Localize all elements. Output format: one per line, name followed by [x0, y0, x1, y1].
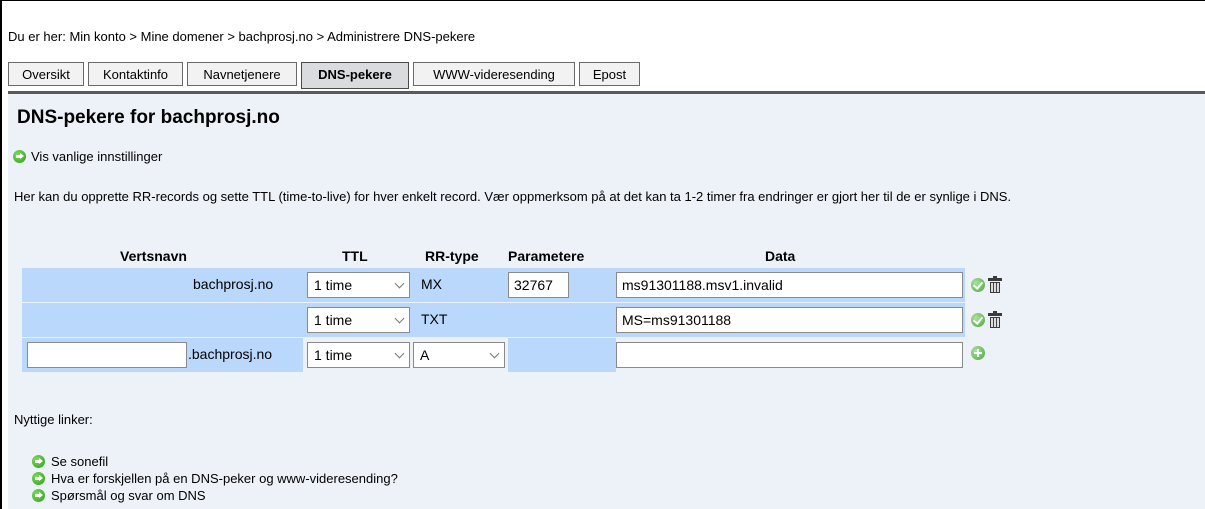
domain-suffix: .bachprosj.no	[188, 346, 273, 362]
save-check-icon[interactable]	[971, 313, 985, 327]
table-row: bachprosj.no 1 time MX 32767 ms91301188.…	[22, 268, 965, 302]
tab-oversikt[interactable]: Oversikt	[8, 62, 84, 86]
data-input[interactable]: ms91301188.msv1.invalid	[616, 272, 963, 298]
breadcrumb-path[interactable]: Min konto > Mine domener > bachprosj.no …	[69, 29, 475, 44]
new-record-row: .bachprosj.no 1 time A	[22, 338, 965, 372]
window-left-border	[0, 0, 2, 509]
rrtype-select[interactable]: A	[413, 342, 505, 368]
arrow-circle-icon	[32, 472, 45, 485]
tab-navnetjenere[interactable]: Navnetjenere	[187, 62, 297, 86]
header-ttl: TTL	[342, 248, 368, 264]
tab-epost[interactable]: Epost	[579, 62, 640, 86]
link-zone-file[interactable]: Se sonefil	[51, 454, 108, 469]
toggle-settings-link[interactable]: Vis vanlige innstillinger	[31, 149, 162, 164]
arrow-circle-icon	[32, 455, 45, 468]
header-rrtype: RR-type	[425, 248, 479, 264]
link-dns-vs-forwarding[interactable]: Hva er forskjellen på en DNS-peker og ww…	[51, 471, 398, 486]
tab-kontaktinfo[interactable]: Kontaktinfo	[88, 62, 183, 86]
ttl-select[interactable]: 1 time	[307, 342, 410, 368]
ttl-select-value: 1 time	[314, 347, 353, 363]
link-dns-faq[interactable]: Spørsmål og svar om DNS	[51, 488, 206, 503]
param-input[interactable]: 32767	[508, 272, 569, 298]
ttl-select[interactable]: 1 time	[307, 272, 410, 298]
add-plus-icon[interactable]	[971, 346, 985, 360]
trash-icon[interactable]	[988, 276, 1002, 293]
row-rrtype: TXT	[421, 311, 448, 327]
breadcrumb-prefix: Du er her:	[8, 29, 66, 44]
row-host: bachprosj.no	[193, 276, 274, 292]
arrow-circle-icon	[13, 150, 26, 163]
arrow-circle-icon	[32, 489, 45, 502]
ttl-select-value: 1 time	[314, 312, 353, 328]
row-rrtype: MX	[421, 276, 442, 292]
breadcrumb: Du er her: Min konto > Mine domener > ba…	[8, 29, 475, 44]
header-params: Parametere	[508, 248, 585, 264]
ttl-select-value: 1 time	[314, 277, 353, 293]
page-title: DNS-pekere for bachprosj.no	[17, 107, 280, 128]
intro-text: Her kan du opprette RR-records og sette …	[14, 189, 1012, 204]
tab-www-videresending[interactable]: WWW-videresending	[413, 62, 575, 86]
chevron-down-icon	[394, 313, 405, 324]
window-top-border	[0, 0, 1205, 1]
trash-icon[interactable]	[988, 311, 1002, 328]
table-row: 1 time TXT MS=ms91301188	[22, 303, 965, 337]
new-host-input[interactable]	[27, 342, 187, 368]
chevron-down-icon	[394, 348, 405, 359]
row-background	[508, 338, 616, 372]
chevron-down-icon	[489, 348, 500, 359]
chevron-down-icon	[394, 278, 405, 289]
tab-dns-pekere[interactable]: DNS-pekere	[301, 62, 409, 89]
ttl-select[interactable]: 1 time	[307, 307, 410, 333]
new-data-input[interactable]	[616, 342, 963, 368]
header-data: Data	[765, 248, 796, 264]
data-input[interactable]: MS=ms91301188	[616, 307, 963, 333]
useful-links-heading: Nyttige linker:	[14, 412, 93, 427]
rrtype-select-value: A	[420, 347, 430, 363]
save-check-icon[interactable]	[971, 278, 985, 292]
header-host: Vertsnavn	[120, 248, 187, 264]
